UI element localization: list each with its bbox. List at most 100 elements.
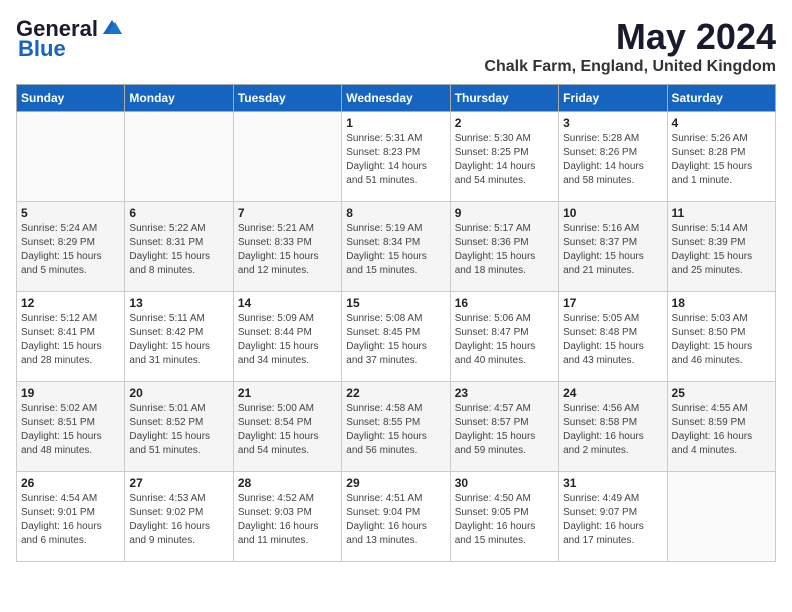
day-number: 10: [563, 206, 662, 220]
calendar-week-row: 5 Sunrise: 5:24 AM Sunset: 8:29 PM Daylig…: [17, 202, 776, 292]
calendar-cell: 30Sunrise: 4:50 AM Sunset: 9:05 PM Dayli…: [450, 472, 558, 562]
col-header-monday: Monday: [125, 85, 233, 112]
calendar-cell: [17, 112, 125, 202]
day-info: Sunrise: 4:52 AM Sunset: 9:03 PM Dayligh…: [238, 492, 337, 548]
day-info: Sunrise: 5:01 AM Sunset: 8:52 PM Dayligh…: [129, 402, 228, 458]
logo-blue: Blue: [18, 36, 66, 62]
day-info: Sunrise: 5:24 AM Sunset: 8:29 PM Dayligh…: [21, 222, 120, 278]
col-header-sunday: Sunday: [17, 85, 125, 112]
day-info: Sunrise: 5:05 AM Sunset: 8:48 PM Dayligh…: [563, 312, 662, 368]
col-header-wednesday: Wednesday: [342, 85, 450, 112]
title-block: May 2024 Chalk Farm, England, United Kin…: [484, 16, 776, 76]
calendar-cell: 27Sunrise: 4:53 AM Sunset: 9:02 PM Dayli…: [125, 472, 233, 562]
calendar-cell: 10 Sunrise: 5:16 AM Sunset: 8:37 PM Dayli…: [559, 202, 667, 292]
calendar-cell: 18Sunrise: 5:03 AM Sunset: 8:50 PM Dayli…: [667, 292, 775, 382]
calendar-week-row: 19 Sunrise: 5:02 AM Sunset: 8:51 PM Dayli…: [17, 382, 776, 472]
day-info: Sunrise: 5:31 AM Sunset: 8:23 PM Dayligh…: [346, 132, 445, 188]
calendar-header-row: SundayMondayTuesdayWednesdayThursdayFrid…: [17, 85, 776, 112]
location: Chalk Farm, England, United Kingdom: [484, 58, 776, 76]
day-number: 17: [563, 296, 662, 310]
day-number: 29: [346, 476, 445, 490]
day-info: Sunrise: 5:08 AM Sunset: 8:45 PM Dayligh…: [346, 312, 445, 368]
calendar-cell: 24 Sunrise: 4:56 AM Sunset: 8:58 PM Dayli…: [559, 382, 667, 472]
day-info: Sunrise: 4:58 AM Sunset: 8:55 PM Dayligh…: [346, 402, 445, 458]
day-info: Sunrise: 5:11 AM Sunset: 8:42 PM Dayligh…: [129, 312, 228, 368]
day-number: 14: [238, 296, 337, 310]
calendar-cell: 2 Sunrise: 5:30 AM Sunset: 8:25 PM Daylig…: [450, 112, 558, 202]
col-header-tuesday: Tuesday: [233, 85, 341, 112]
day-number: 25: [672, 386, 771, 400]
calendar-cell: 13 Sunrise: 5:11 AM Sunset: 8:42 PM Dayli…: [125, 292, 233, 382]
day-number: 15: [346, 296, 445, 310]
col-header-thursday: Thursday: [450, 85, 558, 112]
day-number: 18: [672, 296, 771, 310]
calendar-cell: 25 Sunrise: 4:55 AM Sunset: 8:59 PM Dayli…: [667, 382, 775, 472]
calendar-cell: 20 Sunrise: 5:01 AM Sunset: 8:52 PM Dayli…: [125, 382, 233, 472]
day-info: Sunrise: 5:02 AM Sunset: 8:51 PM Dayligh…: [21, 402, 120, 458]
day-number: 3: [563, 116, 662, 130]
day-number: 2: [455, 116, 554, 130]
day-info: Sunrise: 5:00 AM Sunset: 8:54 PM Dayligh…: [238, 402, 337, 458]
day-info: Sunrise: 4:56 AM Sunset: 8:58 PM Dayligh…: [563, 402, 662, 458]
day-info: Sunrise: 4:55 AM Sunset: 8:59 PM Dayligh…: [672, 402, 771, 458]
calendar-cell: 17 Sunrise: 5:05 AM Sunset: 8:48 PM Dayli…: [559, 292, 667, 382]
day-number: 20: [129, 386, 228, 400]
day-number: 13: [129, 296, 228, 310]
day-info: Sunrise: 5:21 AM Sunset: 8:33 PM Dayligh…: [238, 222, 337, 278]
day-number: 30: [455, 476, 554, 490]
day-info: Sunrise: 4:54 AM Sunset: 9:01 PM Dayligh…: [21, 492, 120, 548]
day-info: Sunrise: 5:17 AM Sunset: 8:36 PM Dayligh…: [455, 222, 554, 278]
calendar-cell: 11Sunrise: 5:14 AM Sunset: 8:39 PM Dayli…: [667, 202, 775, 292]
page-header: General Blue May 2024 Chalk Farm, Englan…: [16, 16, 776, 76]
day-number: 6: [129, 206, 228, 220]
day-info: Sunrise: 5:19 AM Sunset: 8:34 PM Dayligh…: [346, 222, 445, 278]
day-number: 23: [455, 386, 554, 400]
calendar-cell: 1 Sunrise: 5:31 AM Sunset: 8:23 PM Daylig…: [342, 112, 450, 202]
day-number: 5: [21, 206, 120, 220]
day-number: 7: [238, 206, 337, 220]
calendar-cell: [667, 472, 775, 562]
col-header-friday: Friday: [559, 85, 667, 112]
day-info: Sunrise: 5:09 AM Sunset: 8:44 PM Dayligh…: [238, 312, 337, 368]
day-info: Sunrise: 4:51 AM Sunset: 9:04 PM Dayligh…: [346, 492, 445, 548]
calendar-cell: 31 Sunrise: 4:49 AM Sunset: 9:07 PM Dayli…: [559, 472, 667, 562]
day-number: 4: [672, 116, 771, 130]
day-info: Sunrise: 5:12 AM Sunset: 8:41 PM Dayligh…: [21, 312, 120, 368]
day-number: 22: [346, 386, 445, 400]
calendar-cell: 26 Sunrise: 4:54 AM Sunset: 9:01 PM Dayli…: [17, 472, 125, 562]
day-info: Sunrise: 5:16 AM Sunset: 8:37 PM Dayligh…: [563, 222, 662, 278]
day-number: 31: [563, 476, 662, 490]
logo: General Blue: [16, 16, 123, 62]
calendar-cell: 22 Sunrise: 4:58 AM Sunset: 8:55 PM Dayli…: [342, 382, 450, 472]
month-year: May 2024: [484, 16, 776, 58]
calendar-cell: 8 Sunrise: 5:19 AM Sunset: 8:34 PM Daylig…: [342, 202, 450, 292]
day-info: Sunrise: 4:49 AM Sunset: 9:07 PM Dayligh…: [563, 492, 662, 548]
calendar-cell: 6Sunrise: 5:22 AM Sunset: 8:31 PM Daylig…: [125, 202, 233, 292]
calendar-cell: 21 Sunrise: 5:00 AM Sunset: 8:54 PM Dayli…: [233, 382, 341, 472]
calendar-cell: [125, 112, 233, 202]
calendar-week-row: 12Sunrise: 5:12 AM Sunset: 8:41 PM Dayli…: [17, 292, 776, 382]
day-number: 24: [563, 386, 662, 400]
calendar-cell: 4Sunrise: 5:26 AM Sunset: 8:28 PM Daylig…: [667, 112, 775, 202]
day-number: 19: [21, 386, 120, 400]
day-info: Sunrise: 5:30 AM Sunset: 8:25 PM Dayligh…: [455, 132, 554, 188]
calendar-cell: 5 Sunrise: 5:24 AM Sunset: 8:29 PM Daylig…: [17, 202, 125, 292]
day-number: 11: [672, 206, 771, 220]
calendar-week-row: 1 Sunrise: 5:31 AM Sunset: 8:23 PM Daylig…: [17, 112, 776, 202]
logo-icon: [101, 18, 123, 36]
day-number: 28: [238, 476, 337, 490]
calendar-cell: 29 Sunrise: 4:51 AM Sunset: 9:04 PM Dayli…: [342, 472, 450, 562]
calendar-cell: 16Sunrise: 5:06 AM Sunset: 8:47 PM Dayli…: [450, 292, 558, 382]
day-number: 8: [346, 206, 445, 220]
day-number: 1: [346, 116, 445, 130]
calendar-table: SundayMondayTuesdayWednesdayThursdayFrid…: [16, 84, 776, 562]
calendar-body: 1 Sunrise: 5:31 AM Sunset: 8:23 PM Daylig…: [17, 112, 776, 562]
calendar-cell: 9Sunrise: 5:17 AM Sunset: 8:36 PM Daylig…: [450, 202, 558, 292]
day-info: Sunrise: 5:28 AM Sunset: 8:26 PM Dayligh…: [563, 132, 662, 188]
calendar-cell: 19 Sunrise: 5:02 AM Sunset: 8:51 PM Dayli…: [17, 382, 125, 472]
calendar-cell: 7 Sunrise: 5:21 AM Sunset: 8:33 PM Daylig…: [233, 202, 341, 292]
day-number: 26: [21, 476, 120, 490]
day-number: 21: [238, 386, 337, 400]
calendar-cell: 12Sunrise: 5:12 AM Sunset: 8:41 PM Dayli…: [17, 292, 125, 382]
calendar-cell: 14 Sunrise: 5:09 AM Sunset: 8:44 PM Dayli…: [233, 292, 341, 382]
